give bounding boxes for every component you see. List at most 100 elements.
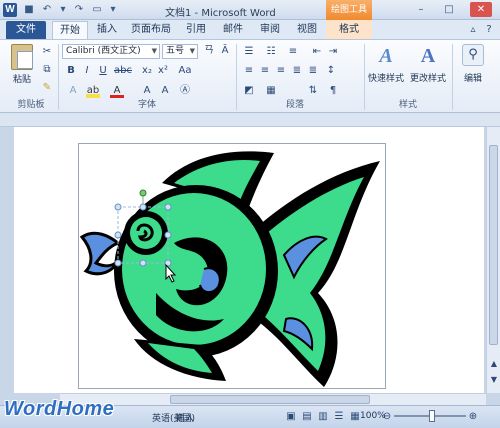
- italic-icon[interactable]: I: [80, 64, 94, 78]
- customize-qat-icon[interactable]: ▾: [106, 3, 120, 17]
- borders-icon[interactable]: ▦: [264, 84, 278, 98]
- bullets-icon[interactable]: ☰: [242, 45, 256, 59]
- horizontal-scrollbar[interactable]: [60, 393, 486, 405]
- tab-review[interactable]: 审阅: [255, 21, 285, 39]
- font-size-select[interactable]: 五号 ▼: [162, 44, 198, 59]
- justify-icon[interactable]: ≣: [290, 64, 304, 78]
- tab-mailings[interactable]: 邮件: [218, 21, 248, 39]
- close-icon[interactable]: ✕: [470, 2, 492, 17]
- decrease-indent-icon[interactable]: ⇤: [310, 45, 324, 59]
- tab-home[interactable]: 开始: [52, 21, 88, 39]
- font-size-value: 五号: [166, 46, 185, 56]
- undo-icon[interactable]: ↶: [40, 3, 54, 17]
- resize-handle-ne[interactable]: [164, 203, 172, 211]
- font-color-icon[interactable]: A: [110, 84, 124, 98]
- format-painter-icon[interactable]: ✎: [40, 81, 54, 95]
- zoom-in-icon[interactable]: ⊕: [466, 410, 480, 424]
- change-styles-icon: A: [420, 45, 436, 67]
- ribbon: 粘贴 ✂ ⧉ ✎ 剪贴板 Calibri (西文正文) ▼ 五号 ▼ ㄢ Ā B I…: [0, 39, 500, 113]
- resize-handle-nw[interactable]: [114, 203, 122, 211]
- full-screen-view-icon[interactable]: ▤: [300, 410, 314, 424]
- clear-format-icon[interactable]: ㄢ: [202, 44, 216, 58]
- font-group-label: 字体: [137, 100, 156, 110]
- paste-icon: [11, 44, 33, 70]
- minimize-icon[interactable]: –: [410, 2, 432, 17]
- insert-mode-status[interactable]: 插入: [176, 411, 194, 424]
- clipboard-group-label: 剪贴板: [17, 100, 45, 110]
- strikethrough-icon[interactable]: abc: [114, 64, 132, 78]
- next-page-icon[interactable]: ▼: [487, 373, 500, 387]
- distributed-icon[interactable]: ≣: [306, 64, 320, 78]
- shading-icon[interactable]: ◩: [242, 84, 256, 98]
- increase-indent-icon[interactable]: ⇥: [326, 45, 340, 59]
- undo-dropdown-icon[interactable]: ▾: [56, 3, 70, 17]
- quick-styles-icon: A: [379, 45, 393, 67]
- text-effects-icon[interactable]: A: [66, 84, 80, 98]
- open-folder-icon[interactable]: ▭: [90, 3, 104, 17]
- sort-icon[interactable]: ⇅: [306, 84, 320, 98]
- subscript-icon[interactable]: x₂: [140, 64, 154, 78]
- previous-page-icon[interactable]: ▲: [487, 357, 500, 371]
- outline-view-icon[interactable]: ☰: [332, 410, 346, 424]
- zoom-out-icon[interactable]: ⊖: [380, 410, 394, 424]
- editing-label: 编辑: [463, 74, 482, 84]
- save-icon[interactable]: ■: [22, 3, 36, 17]
- zoom-slider-knob[interactable]: [429, 410, 435, 422]
- resize-handle-e[interactable]: [164, 231, 172, 239]
- vertical-scroll-thumb[interactable]: [489, 145, 498, 345]
- copy-icon[interactable]: ⧉: [40, 63, 54, 77]
- resize-handle-w[interactable]: [114, 231, 122, 239]
- change-styles-label: 更改样式: [409, 74, 446, 84]
- tab-references[interactable]: 引用: [182, 21, 210, 39]
- tab-page-layout[interactable]: 页面布局: [127, 21, 175, 39]
- rotation-handle[interactable]: [139, 189, 147, 197]
- align-left-icon[interactable]: ≡: [242, 64, 256, 78]
- highlight-color-icon[interactable]: ab: [86, 84, 100, 98]
- superscript-icon[interactable]: x²: [156, 64, 170, 78]
- word-app-icon[interactable]: W: [3, 3, 17, 17]
- fish-clipart[interactable]: [78, 143, 386, 389]
- group-divider: [58, 44, 59, 110]
- change-styles-button[interactable]: A 更改样式: [408, 44, 448, 84]
- title-bar: W ■ ↶ ▾ ↷ ▭ ▾ 文档1 - Microsoft Word 绘图工具 …: [0, 0, 500, 20]
- quick-styles-button[interactable]: A 快速样式: [368, 44, 404, 84]
- paste-label: 粘贴: [12, 75, 31, 85]
- underline-icon[interactable]: U: [96, 64, 110, 78]
- align-center-icon[interactable]: ≡: [258, 64, 272, 78]
- bold-icon[interactable]: B: [64, 64, 78, 78]
- paste-button[interactable]: 粘贴: [6, 44, 38, 85]
- fish-lips: [79, 231, 121, 276]
- align-right-icon[interactable]: ≡: [274, 64, 288, 78]
- resize-handle-n[interactable]: [139, 203, 147, 211]
- change-case-icon[interactable]: Aa: [178, 64, 192, 78]
- tab-file[interactable]: 文件: [6, 21, 46, 39]
- font-name-select[interactable]: Calibri (西文正文) ▼: [62, 44, 160, 59]
- line-spacing-icon[interactable]: ↕: [324, 64, 338, 78]
- tab-format[interactable]: 格式: [334, 21, 364, 39]
- shrink-font-icon[interactable]: A: [158, 84, 172, 98]
- quick-styles-label: 快速样式: [368, 74, 405, 84]
- ribbon-minimize-icon[interactable]: ▵: [466, 23, 480, 37]
- help-icon[interactable]: ?: [482, 23, 496, 37]
- phonetic-guide-icon[interactable]: Ā: [218, 44, 232, 58]
- character-border-icon[interactable]: Ⓐ: [178, 84, 192, 98]
- grow-font-icon[interactable]: A: [140, 84, 154, 98]
- horizontal-scroll-thumb[interactable]: [170, 395, 370, 404]
- redo-icon[interactable]: ↷: [72, 3, 86, 17]
- numbering-icon[interactable]: ☷: [264, 45, 278, 59]
- print-layout-view-icon[interactable]: ▣: [284, 410, 298, 424]
- web-layout-view-icon[interactable]: ▥: [316, 410, 330, 424]
- resize-handle-sw[interactable]: [114, 259, 122, 267]
- tab-view[interactable]: 视图: [292, 21, 322, 39]
- horizontal-ruler[interactable]: [0, 113, 500, 127]
- styles-group-label: 样式: [398, 100, 417, 110]
- vertical-scrollbar[interactable]: ▲ ▼: [486, 127, 500, 393]
- multilevel-list-icon[interactable]: ≡: [286, 45, 300, 59]
- show-marks-icon[interactable]: ¶: [326, 84, 340, 98]
- tab-insert[interactable]: 插入: [92, 21, 122, 39]
- cut-icon[interactable]: ✂: [40, 45, 54, 59]
- resize-handle-s[interactable]: [139, 259, 147, 267]
- group-divider: [364, 44, 365, 110]
- editing-button[interactable]: ⚲ 编辑: [454, 44, 492, 84]
- maximize-icon[interactable]: □: [438, 2, 460, 17]
